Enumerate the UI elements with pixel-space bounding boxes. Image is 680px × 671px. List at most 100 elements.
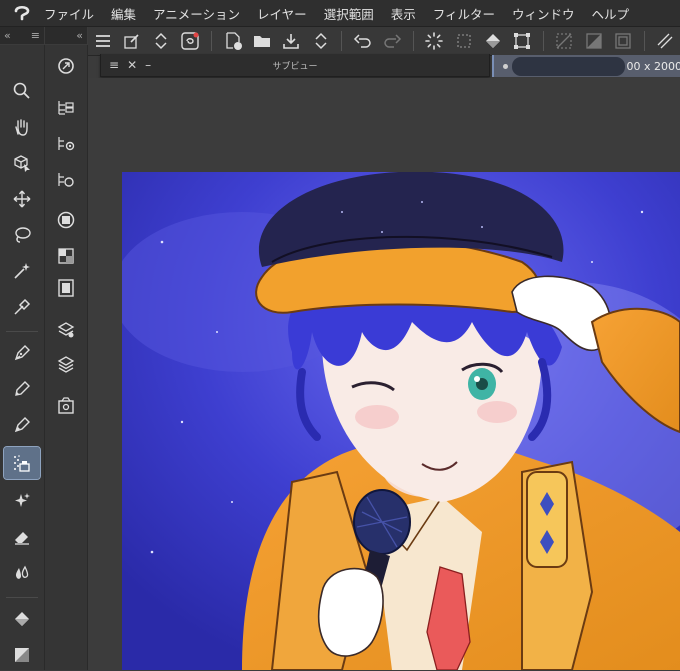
new-file-button[interactable] <box>221 29 244 53</box>
subtool-color-set[interactable] <box>49 241 83 271</box>
folder-icon <box>252 31 272 51</box>
menu-bar: ファイル 編集 アニメーション レイヤー 選択範囲 表示 フィルター ウィンドウ… <box>0 0 680 27</box>
hand-tool[interactable] <box>4 111 40 143</box>
sparkle-icon <box>12 491 32 511</box>
decoration-tool[interactable] <box>4 485 40 517</box>
subtool-navigator[interactable] <box>49 205 83 235</box>
layer-gear-icon <box>56 134 76 154</box>
subtool-layer-tree[interactable] <box>49 93 83 123</box>
unsaved-dot-icon <box>503 64 508 69</box>
move-icon <box>12 189 32 209</box>
subview-title: サブビュー <box>101 59 489 72</box>
move-tool[interactable] <box>4 183 40 215</box>
invert-selection-button[interactable] <box>582 29 605 53</box>
eyedropper-icon <box>12 297 32 317</box>
brush-icon <box>12 415 32 435</box>
save-options-button[interactable] <box>309 29 332 53</box>
fill-tool[interactable] <box>4 603 40 635</box>
tool-panel-menu-button[interactable]: ≡ <box>31 29 40 42</box>
expand-selection-icon <box>613 31 633 51</box>
hamburger-icon <box>94 32 112 50</box>
redo-button[interactable] <box>380 29 403 53</box>
fill-command-button[interactable] <box>481 29 504 53</box>
redo-icon <box>382 31 402 51</box>
undo-button[interactable] <box>351 29 374 53</box>
menu-edit[interactable]: 編集 <box>111 4 136 23</box>
tool-panel-header: « ≡ <box>0 27 44 44</box>
eraser-tool[interactable] <box>4 521 40 553</box>
open-file-button[interactable] <box>250 29 273 53</box>
menu-help[interactable]: ヘルプ <box>592 4 630 23</box>
expand-selection-button[interactable] <box>611 29 634 53</box>
magnifier-plus-icon <box>56 56 76 76</box>
save-button[interactable] <box>280 29 303 53</box>
deselect-button[interactable] <box>553 29 576 53</box>
pen-tool[interactable] <box>4 337 40 369</box>
zoom-tool[interactable] <box>4 75 40 107</box>
spinner-icon <box>424 31 444 51</box>
magnifier-icon <box>12 81 32 101</box>
navigator-icon <box>56 210 76 230</box>
color-swatch-icon <box>12 645 32 665</box>
transform-button[interactable] <box>511 29 534 53</box>
subtool-layers[interactable] <box>49 349 83 379</box>
lasso-tool[interactable] <box>4 219 40 251</box>
subtool-layer-property[interactable] <box>49 315 83 345</box>
selection-border-button[interactable] <box>452 29 475 53</box>
document-size: 00 x 2000 <box>627 60 680 73</box>
magic-wand-tool[interactable] <box>4 255 40 287</box>
eyedropper-tool[interactable] <box>4 291 40 323</box>
airbrush-icon <box>11 452 33 474</box>
material-box-icon <box>56 396 76 416</box>
crop-icon <box>655 31 675 51</box>
subtool-layer-settings[interactable] <box>49 129 83 159</box>
menu-selection[interactable]: 選択範囲 <box>324 4 374 23</box>
color-tool[interactable] <box>4 639 40 671</box>
canvas-artwork[interactable] <box>122 172 680 670</box>
film-icon <box>56 278 76 298</box>
save-icon <box>281 31 301 51</box>
subtool-timeline[interactable] <box>49 273 83 303</box>
hand-icon <box>12 117 32 137</box>
deselect-icon <box>554 31 574 51</box>
menu-filter[interactable]: フィルター <box>433 4 495 23</box>
brush-tool[interactable] <box>4 409 40 441</box>
expand-collapse-button[interactable] <box>150 29 173 53</box>
tool-panel-collapse-button[interactable]: « <box>4 29 11 42</box>
menu-file[interactable]: ファイル <box>44 4 94 23</box>
menu-view[interactable]: 表示 <box>391 4 416 23</box>
object-icon <box>12 153 32 173</box>
subtool-layer-search[interactable] <box>49 165 83 195</box>
layer-stack-gear-icon <box>56 320 76 340</box>
object-tool[interactable] <box>4 147 40 179</box>
document-tab[interactable]: 00 x 2000 <box>492 55 680 77</box>
pen-icon <box>12 343 32 363</box>
crop-button[interactable] <box>654 29 677 53</box>
command-bar-menu-button[interactable] <box>91 29 114 53</box>
undo-icon <box>353 31 373 51</box>
subview-panel: ≡ ✕ – サブビュー <box>100 54 490 77</box>
app-logo-icon[interactable] <box>0 0 44 26</box>
subtool-magnifier[interactable] <box>49 51 83 81</box>
artwork-illustration <box>122 172 680 670</box>
menu-window[interactable]: ウィンドウ <box>512 4 575 23</box>
loading-spinner-button[interactable] <box>423 29 446 53</box>
pen-square-icon <box>123 32 141 50</box>
edit-mode-button[interactable] <box>120 29 143 53</box>
subtool-panel-collapse-button[interactable]: « <box>76 29 83 42</box>
menu-animation[interactable]: アニメーション <box>153 4 240 23</box>
layer-tree-icon <box>56 98 76 118</box>
menu-layer[interactable]: レイヤー <box>257 4 307 23</box>
invert-icon <box>584 31 604 51</box>
pencil-icon <box>12 379 32 399</box>
airbrush-tool[interactable] <box>4 447 40 479</box>
blend-tool[interactable] <box>4 557 40 589</box>
subtool-material[interactable] <box>49 391 83 421</box>
blend-icon <box>12 563 32 583</box>
fill-icon <box>12 609 32 629</box>
command-bar <box>88 27 680 56</box>
dotted-square-icon <box>454 31 474 51</box>
pencil-tool[interactable] <box>4 373 40 405</box>
clip-studio-button[interactable] <box>179 29 202 53</box>
fill-bucket-icon <box>483 31 503 51</box>
